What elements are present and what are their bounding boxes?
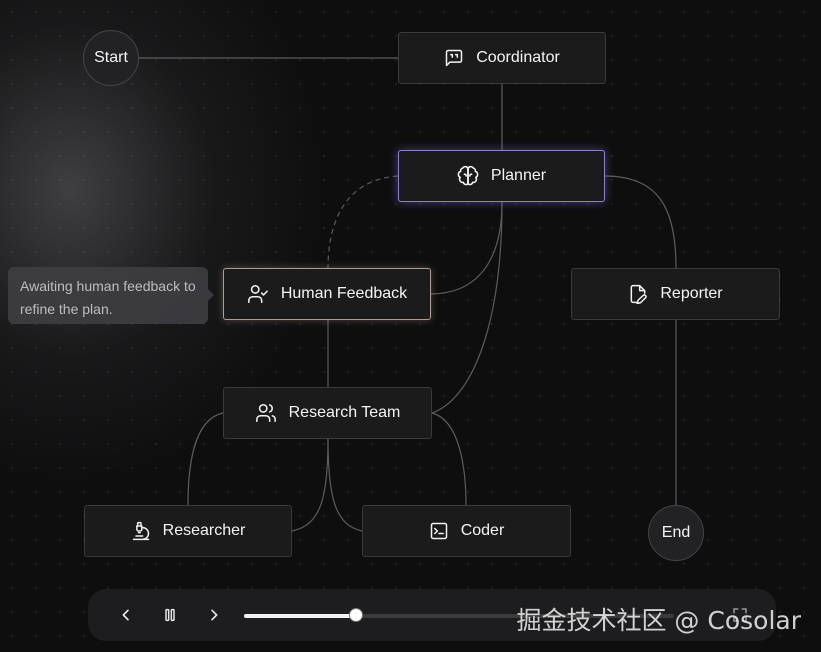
start-label: Start	[94, 49, 128, 66]
watermark: 掘金技术社区 @ Cosolar	[516, 606, 801, 635]
microscope-icon	[132, 521, 149, 541]
coder-node[interactable]: Coder	[362, 505, 571, 557]
tooltip-text: Awaiting human feedback to refine the pl…	[20, 278, 196, 317]
pause-icon	[165, 608, 175, 622]
chevron-left-icon	[122, 609, 129, 621]
planner-node[interactable]: Planner	[398, 150, 605, 202]
previous-button[interactable]	[110, 589, 142, 641]
start-node[interactable]: Start	[83, 30, 139, 86]
end-node[interactable]: End	[648, 505, 704, 561]
edge-planner-feedback-dashed	[327, 175, 399, 269]
edge-team-coder-inner	[327, 438, 363, 532]
researcher-label: Researcher	[162, 522, 246, 539]
edge-planner-research-team	[431, 201, 503, 414]
edge-team-researcher-inner	[291, 438, 329, 532]
coder-label: Coder	[460, 522, 505, 539]
human-feedback-label: Human Feedback	[280, 285, 408, 302]
next-button[interactable]	[198, 589, 230, 641]
chevron-right-icon	[211, 609, 218, 621]
reporter-label: Reporter	[660, 285, 723, 302]
user-check-icon	[247, 284, 268, 304]
edge-planner-feedback	[429, 201, 503, 295]
planner-label: Planner	[490, 167, 547, 184]
coordinator-label: Coordinator	[476, 49, 560, 66]
progress-fill	[244, 614, 356, 618]
file-pen-icon	[630, 284, 648, 304]
research-team-label: Research Team	[288, 404, 401, 421]
progress-thumb[interactable]	[348, 608, 363, 622]
edge-team-researcher	[187, 412, 224, 506]
end-label: End	[661, 524, 691, 541]
brain-icon	[457, 165, 479, 186]
pause-button[interactable]	[154, 589, 186, 641]
researcher-node[interactable]: Researcher	[84, 505, 292, 557]
users-icon	[255, 403, 276, 423]
reporter-node[interactable]: Reporter	[571, 268, 780, 320]
feedback-tooltip: Awaiting human feedback to refine the pl…	[8, 267, 214, 324]
research-team-node[interactable]: Research Team	[223, 387, 432, 439]
edge-planner-reporter	[604, 175, 677, 269]
coordinator-node[interactable]: Coordinator	[398, 32, 606, 84]
edge-team-coder	[431, 412, 467, 506]
human-feedback-node[interactable]: Human Feedback	[223, 268, 431, 320]
terminal-icon	[430, 522, 447, 540]
message-square-quote-icon	[445, 49, 463, 67]
